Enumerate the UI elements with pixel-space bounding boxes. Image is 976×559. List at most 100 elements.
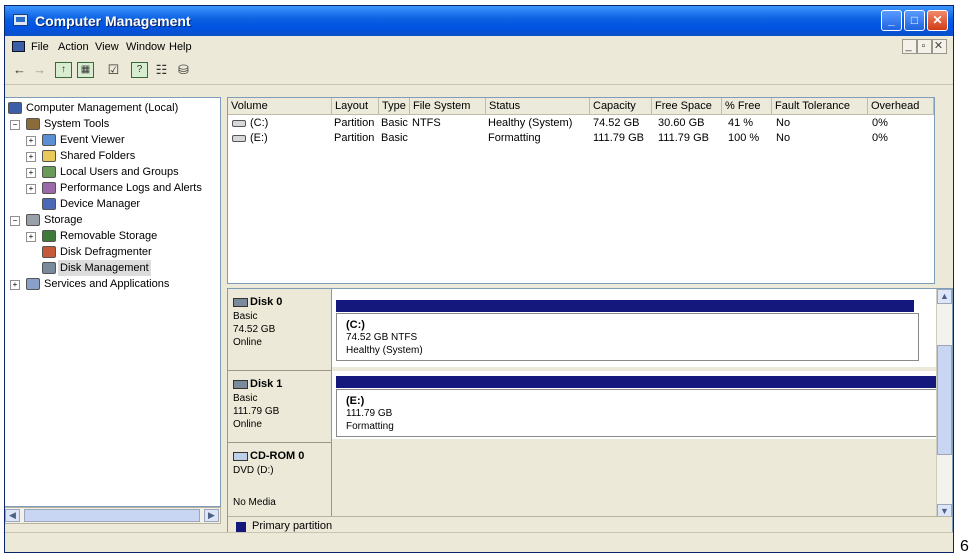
scroll-left-arrow-icon[interactable]: ◀ [5, 509, 20, 522]
export-list-icon[interactable]: ☷ [153, 62, 170, 78]
tree-label-system-tools[interactable]: System Tools [44, 116, 109, 132]
properties-icon[interactable]: ☑ [105, 62, 122, 78]
console-tree[interactable]: Computer Management (Local) − System Too… [5, 97, 221, 507]
cdrom-0-empty-area [332, 443, 938, 519]
disk-icon [233, 380, 248, 389]
disk-1-info[interactable]: Disk 1 Basic 111.79 GB Online [228, 371, 332, 443]
disk-0-info[interactable]: Disk 0 Basic 74.52 GB Online [228, 289, 332, 371]
col-file-system[interactable]: File System [410, 98, 486, 115]
expand-perf-logs-icon[interactable]: + [26, 184, 36, 194]
disk-0-name: Disk 0 [250, 296, 283, 308]
performance-logs-icon [42, 182, 56, 194]
cell-volume: (C:) [250, 117, 269, 129]
col-overhead[interactable]: Overhead [868, 98, 934, 115]
cell-file-system: NTFS [412, 117, 441, 129]
collapse-storage-icon[interactable]: − [10, 216, 20, 226]
menu-action[interactable]: Action [58, 41, 89, 53]
partition-c-size: 74.52 GB NTFS [346, 332, 418, 343]
expand-shared-folders-icon[interactable]: + [26, 152, 36, 162]
cd-drive-icon [233, 452, 248, 461]
cell-layout: Partition [334, 132, 375, 144]
menu-window[interactable]: Window [126, 41, 165, 53]
volume-list[interactable]: Volume Layout Type File System Status Ca… [227, 97, 935, 284]
expand-event-viewer-icon[interactable]: + [26, 136, 36, 146]
menu-help[interactable]: Help [169, 41, 192, 53]
mdi-close-button[interactable]: ✕ [932, 39, 947, 54]
cell-layout: Partition [334, 117, 375, 129]
cell-overhead: 0% [872, 117, 888, 129]
scroll-up-arrow-icon[interactable]: ▲ [937, 289, 952, 304]
cell-overhead: 0% [872, 132, 888, 144]
disk-0-size: 74.52 GB [233, 324, 276, 335]
mmc-system-icon[interactable] [12, 41, 25, 52]
title-bar[interactable]: Computer Management _ □ ✕ [5, 6, 953, 36]
disk-1-state: Online [233, 419, 262, 430]
col-free-space[interactable]: Free Space [652, 98, 722, 115]
scroll-thumb[interactable] [937, 345, 952, 455]
collapse-system-tools-icon[interactable]: − [10, 120, 20, 130]
mdi-window-controls: _ ▫ ✕ [902, 39, 947, 54]
device-manager-icon [42, 198, 56, 210]
tree-label-services-apps[interactable]: Services and Applications [44, 276, 169, 292]
scroll-right-arrow-icon[interactable]: ▶ [204, 509, 219, 522]
disk-row-separator [332, 367, 938, 371]
cdrom-0-drive: DVD (D:) [233, 465, 274, 476]
col-status[interactable]: Status [486, 98, 590, 115]
tree-label-local-users[interactable]: Local Users and Groups [60, 164, 179, 180]
expand-removable-storage-icon[interactable]: + [26, 232, 36, 242]
partition-c-label: (C:) [346, 319, 365, 331]
tree-label-shared-folders[interactable]: Shared Folders [60, 148, 135, 164]
menu-view[interactable]: View [95, 41, 119, 53]
col-fault-tolerance[interactable]: Fault Tolerance [772, 98, 868, 115]
scroll-thumb[interactable] [24, 509, 200, 522]
tree-label-device-manager[interactable]: Device Manager [60, 196, 140, 212]
close-button[interactable]: ✕ [927, 10, 948, 31]
col-percent-free[interactable]: % Free [722, 98, 772, 115]
col-capacity[interactable]: Capacity [590, 98, 652, 115]
menu-file[interactable]: File [31, 41, 49, 53]
col-volume[interactable]: Volume [228, 98, 332, 115]
up-folder-icon[interactable]: ↑ [55, 62, 72, 78]
expand-services-apps-icon[interactable]: + [10, 280, 20, 290]
tree-label-disk-management[interactable]: Disk Management [58, 260, 151, 276]
col-layout[interactable]: Layout [332, 98, 379, 115]
partition-e-size: 111.79 GB [346, 408, 393, 419]
computer-management-window: Computer Management _ □ ✕ File Action Vi… [4, 5, 954, 553]
tree-label-perf-logs[interactable]: Performance Logs and Alerts [60, 180, 202, 196]
tree-label-root[interactable]: Computer Management (Local) [26, 100, 178, 116]
partition-e[interactable]: (E:) 111.79 GB Formatting [336, 389, 938, 437]
tree-label-removable-storage[interactable]: Removable Storage [60, 228, 157, 244]
cell-percent-free: 100 % [728, 132, 760, 144]
page-number: 6 [960, 538, 969, 555]
forward-arrow-icon[interactable]: → [31, 62, 48, 78]
tree-horizontal-scrollbar[interactable]: ◀ ▶ [5, 507, 221, 524]
maximize-button[interactable]: □ [904, 10, 925, 31]
partition-c-bar [336, 300, 914, 312]
disk-graphical-view[interactable]: Disk 0 Basic 74.52 GB Online (C:) 74.52 … [227, 288, 953, 538]
partition-c[interactable]: (C:) 74.52 GB NTFS Healthy (System) [336, 313, 919, 361]
cell-status: Formatting [488, 132, 541, 144]
defragmenter-icon [42, 246, 56, 258]
primary-partition-swatch [236, 522, 246, 532]
disk-1-name: Disk 1 [250, 378, 283, 390]
shared-folder-icon [42, 150, 56, 162]
show-hide-tree-icon[interactable]: ▦ [77, 62, 94, 78]
help-icon[interactable]: ? [131, 62, 148, 78]
disk-icon [233, 298, 248, 307]
expand-local-users-icon[interactable]: + [26, 168, 36, 178]
cell-free-space: 30.60 GB [658, 117, 705, 129]
mdi-minimize-button[interactable]: _ [902, 39, 917, 54]
tree-label-storage[interactable]: Storage [44, 212, 83, 228]
services-icon [26, 278, 40, 290]
back-arrow-icon[interactable]: ← [11, 62, 28, 78]
disk-view-vertical-scrollbar[interactable]: ▲ ▼ [936, 289, 952, 519]
cdrom-0-info[interactable]: CD-ROM 0 DVD (D:) No Media [228, 443, 332, 519]
tree-label-disk-defragmenter[interactable]: Disk Defragmenter [60, 244, 152, 260]
window-title: Computer Management [35, 13, 191, 29]
disk-properties-icon[interactable]: ⛁ [175, 62, 192, 78]
minimize-button[interactable]: _ [881, 10, 902, 31]
col-type[interactable]: Type [379, 98, 410, 115]
tree-label-event-viewer[interactable]: Event Viewer [60, 132, 125, 148]
mdi-restore-button[interactable]: ▫ [917, 39, 932, 54]
cell-percent-free: 41 % [728, 117, 754, 129]
